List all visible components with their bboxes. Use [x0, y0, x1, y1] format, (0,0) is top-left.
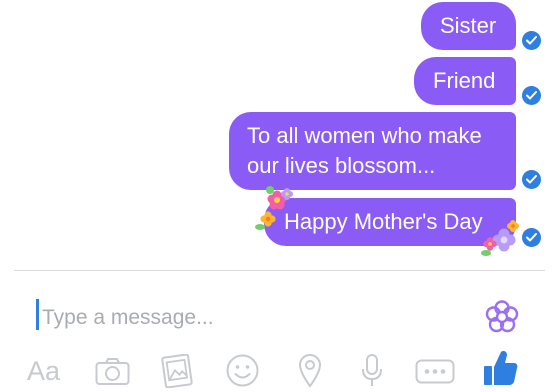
delivered-check-icon — [522, 31, 541, 50]
message-bubble[interactable]: Friend — [414, 57, 516, 105]
message-text: Friend — [433, 68, 496, 93]
text-cursor — [36, 299, 39, 330]
location-icon[interactable] — [298, 353, 322, 388]
flower-sticker-icon — [481, 220, 519, 256]
delivered-check-icon — [522, 86, 541, 105]
microphone-icon[interactable] — [360, 353, 384, 388]
message-bubble[interactable]: Sister — [421, 2, 516, 50]
gallery-icon[interactable] — [160, 354, 194, 388]
thumbs-up-icon[interactable] — [482, 349, 518, 387]
text-format-button[interactable]: Aa — [27, 355, 60, 387]
message-text: Sister — [440, 13, 497, 38]
flower-sticker-icon — [255, 186, 293, 230]
message-text-line: To all women who make — [247, 123, 482, 148]
camera-icon[interactable] — [95, 357, 130, 386]
message-bubble[interactable]: To all women who make our lives blossom.… — [229, 112, 516, 190]
flower-icon[interactable] — [484, 299, 520, 335]
emoji-icon[interactable] — [226, 354, 259, 387]
more-icon[interactable] — [415, 359, 455, 384]
message-input[interactable] — [42, 305, 422, 331]
message-text-line: our lives blossom... — [247, 153, 436, 178]
delivered-check-icon — [522, 170, 541, 189]
delivered-check-icon — [522, 228, 541, 247]
message-text: Happy Mother's Day — [284, 209, 483, 234]
divider — [14, 270, 545, 271]
